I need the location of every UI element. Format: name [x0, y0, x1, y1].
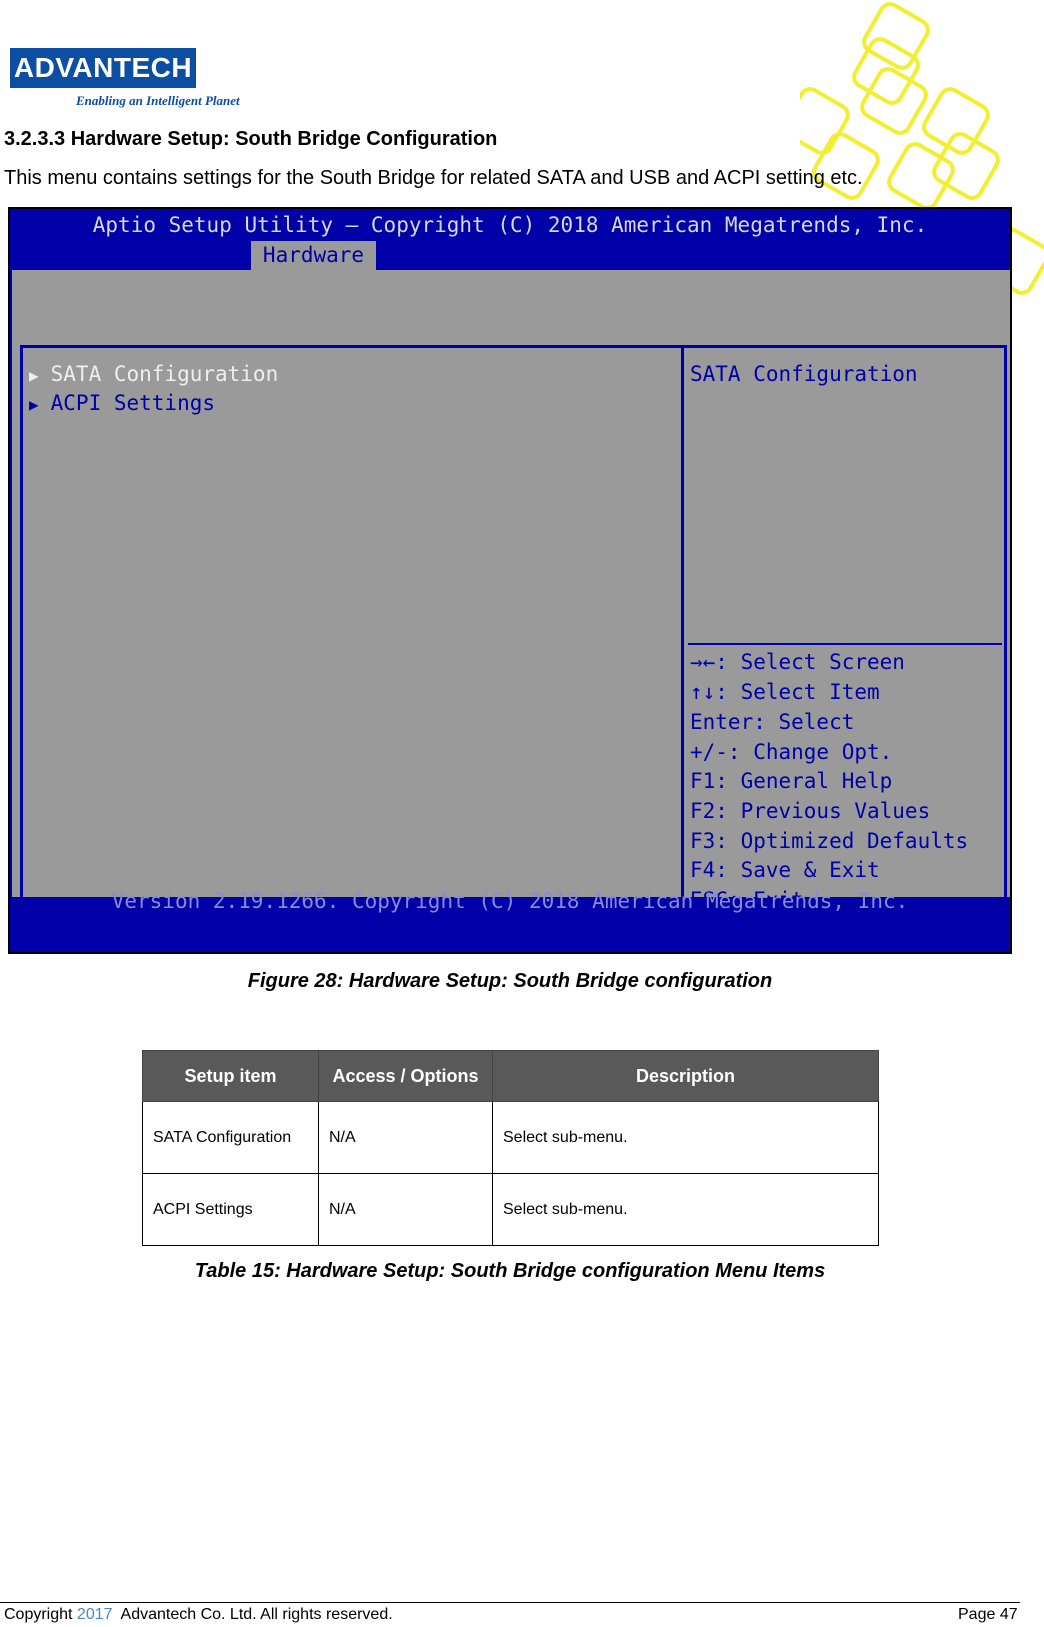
menu-items-table: Setup item Access / Options Description … — [142, 1050, 879, 1246]
cell-access: N/A — [318, 1101, 493, 1174]
table-caption: Table 15: Hardware Setup: South Bridge c… — [194, 1260, 826, 1282]
intro-paragraph: This menu contains settings for the Sout… — [4, 167, 863, 189]
copyright-suffix: Advantech Co. Ltd. All rights reserved. — [112, 1606, 393, 1623]
bios-title: Aptio Setup Utility – Copyright (C) 2018… — [92, 213, 928, 237]
copyright-prefix: Copyright — [4, 1606, 77, 1623]
bios-version-footer: Version 2.19.1266. Copyright (C) 2018 Am… — [111, 889, 909, 913]
advantech-logo: ADVANTECH — [10, 48, 196, 88]
submenu-arrow-icon: ▶ — [29, 395, 39, 414]
footer-divider — [0, 1602, 1020, 1603]
menu-item-acpi-settings[interactable]: ▶ ACPI Settings — [29, 391, 215, 415]
cell-setup-item: SATA Configuration — [142, 1101, 319, 1174]
submenu-arrow-icon: ▶ — [29, 366, 39, 385]
help-divider — [688, 643, 1002, 645]
menu-pane: ▶ SATA Configuration ▶ ACPI Settings — [20, 345, 682, 940]
section-heading: 3.2.3.3 Hardware Setup: South Bridge Con… — [4, 128, 498, 150]
table-row: ACPI Settings N/A Select sub-menu. — [142, 1173, 879, 1246]
key-hint: F1: General Help — [690, 769, 893, 793]
page-number: Page 47 — [958, 1606, 1018, 1623]
menu-item-label: ACPI Settings — [50, 391, 216, 415]
menu-item-label: SATA Configuration — [50, 362, 279, 386]
cell-description: Select sub-menu. — [492, 1101, 879, 1174]
cell-setup-item: ACPI Settings — [142, 1173, 319, 1246]
tab-hardware[interactable]: Hardware — [251, 241, 376, 270]
bios-panel: ▶ SATA Configuration ▶ ACPI Settings SATA … — [12, 270, 1010, 940]
key-hint: F4: Save & Exit — [690, 858, 880, 882]
menu-item-sata-configuration[interactable]: ▶ SATA Configuration — [29, 362, 278, 386]
column-header: Description — [492, 1050, 879, 1102]
key-hint: +/-: Change Opt. — [690, 740, 893, 764]
help-title: SATA Configuration — [690, 362, 918, 386]
cell-access: N/A — [318, 1173, 493, 1246]
copyright-notice: Copyright 2017 Advantech Co. Ltd. All ri… — [4, 1606, 393, 1624]
key-hint: Enter: Select — [690, 710, 855, 734]
bios-screenshot: Aptio Setup Utility – Copyright (C) 2018… — [8, 207, 1012, 954]
help-pane: SATA Configuration →←: Select Screen ↑↓:… — [681, 345, 1007, 940]
logo-tagline: Enabling an Intelligent Planet — [76, 93, 240, 108]
key-hint: →←: Select Screen — [690, 650, 905, 674]
key-hint: F2: Previous Values — [690, 799, 931, 823]
table-row: SATA Configuration N/A Select sub-menu. — [142, 1101, 879, 1174]
figure-caption: Figure 28: Hardware Setup: South Bridge … — [247, 970, 773, 992]
key-hint: F3: Optimized Defaults — [690, 829, 969, 853]
key-hint: ↑↓: Select Item — [690, 680, 880, 704]
column-header: Access / Options — [318, 1050, 493, 1102]
copyright-year: 2017 — [76, 1606, 113, 1623]
cell-description: Select sub-menu. — [492, 1173, 879, 1246]
column-header: Setup item — [142, 1050, 319, 1102]
